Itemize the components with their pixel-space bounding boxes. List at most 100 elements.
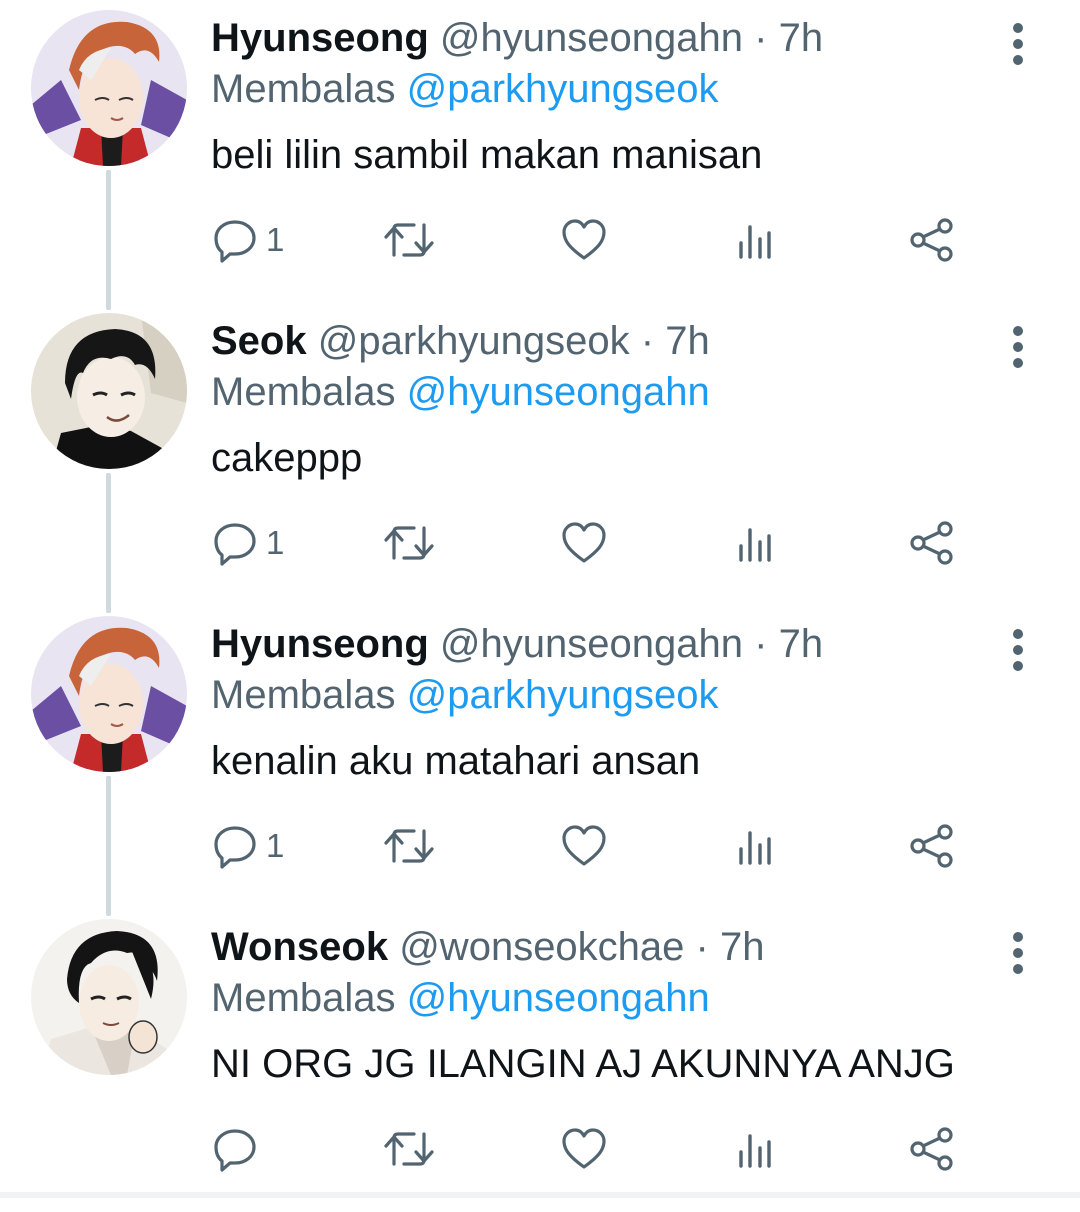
- views-button[interactable]: [733, 212, 777, 268]
- share-icon: [910, 1127, 953, 1171]
- avatar[interactable]: [31, 919, 187, 1075]
- user-handle[interactable]: @wonseokchae: [399, 925, 684, 969]
- user-handle[interactable]: @hyunseongahn: [440, 622, 743, 666]
- user-handle[interactable]: @parkhyungseok: [318, 319, 630, 363]
- more-vertical-icon: [1013, 326, 1023, 368]
- timestamp[interactable]: 7h: [779, 622, 824, 666]
- more-options-button[interactable]: [996, 16, 1040, 72]
- separator-dot: ·: [695, 925, 709, 969]
- views-bar-chart-icon: [739, 225, 771, 259]
- share-icon: [910, 218, 953, 262]
- replying-to: Membalas @parkhyungseok: [211, 673, 719, 717]
- display-name[interactable]: Wonseok: [211, 925, 388, 969]
- heart-icon: [562, 1128, 606, 1169]
- more-options-button[interactable]: [996, 622, 1040, 678]
- avatar[interactable]: [31, 10, 187, 166]
- separator-dot: ·: [754, 622, 768, 666]
- tweet-text: NI ORG JG ILANGIN AJ AKUNNYA ANJG: [211, 1042, 955, 1086]
- share-button[interactable]: [908, 1121, 956, 1177]
- avatar[interactable]: [31, 616, 187, 772]
- reply-thread: Hyunseong @hyunseongahn · 7h Membalas @p…: [0, 0, 1080, 1198]
- replying-to-label: Membalas: [211, 976, 396, 1020]
- retweet-button[interactable]: [382, 212, 436, 268]
- reply-count: 1: [266, 524, 285, 561]
- like-button[interactable]: [560, 818, 608, 874]
- heart-icon: [562, 522, 606, 563]
- retweet-icon: [384, 223, 434, 257]
- tweet-actions: [0, 1121, 1080, 1177]
- separator-dot: ·: [754, 16, 768, 60]
- like-button[interactable]: [560, 515, 608, 571]
- views-bar-chart-icon: [739, 1134, 771, 1168]
- share-button[interactable]: [908, 515, 956, 571]
- tweet-header: Hyunseong @hyunseongahn · 7h: [211, 622, 823, 666]
- views-bar-chart-icon: [739, 528, 771, 562]
- reply-bubble-icon: [214, 826, 256, 869]
- more-options-button[interactable]: [996, 319, 1040, 375]
- share-button[interactable]: [908, 818, 956, 874]
- tweet-header: Hyunseong @hyunseongahn · 7h: [211, 16, 823, 60]
- more-options-button[interactable]: [996, 925, 1040, 981]
- views-button[interactable]: [733, 818, 777, 874]
- heart-icon: [562, 219, 606, 260]
- reply-button[interactable]: 1: [212, 818, 284, 874]
- tweet[interactable]: Seok @parkhyungseok · 7h Membalas @hyuns…: [0, 303, 1080, 606]
- user-handle[interactable]: @hyunseongahn: [440, 16, 743, 60]
- like-button[interactable]: [560, 1121, 608, 1177]
- reply-button[interactable]: 1: [212, 212, 284, 268]
- separator-dot: ·: [640, 319, 655, 363]
- tweet[interactable]: Wonseok @wonseokchae · 7h Membalas @hyun…: [0, 909, 1080, 1212]
- replying-to-label: Membalas: [211, 673, 396, 717]
- tweet-text: cakeppp: [211, 436, 363, 480]
- mention-link[interactable]: @hyunseongahn: [407, 976, 710, 1020]
- share-icon: [910, 824, 953, 868]
- retweet-icon: [384, 829, 434, 863]
- tweet-header: Seok @parkhyungseok · 7h: [211, 319, 710, 363]
- tweet[interactable]: Hyunseong @hyunseongahn · 7h Membalas @p…: [0, 0, 1080, 303]
- views-button[interactable]: [733, 515, 777, 571]
- views-button[interactable]: [733, 1121, 777, 1177]
- bottom-divider: [0, 1192, 1080, 1198]
- heart-icon: [562, 825, 606, 866]
- replying-to: Membalas @parkhyungseok: [211, 67, 719, 111]
- replying-to: Membalas @hyunseongahn: [211, 976, 710, 1020]
- replying-to-label: Membalas: [211, 67, 396, 111]
- tweet-actions: 1: [0, 515, 1080, 571]
- reply-bubble-icon: [214, 523, 256, 566]
- reply-count: 1: [266, 221, 285, 258]
- tweet-header: Wonseok @wonseokchae · 7h: [211, 925, 765, 969]
- display-name[interactable]: Hyunseong: [211, 622, 429, 666]
- tweet-actions: 1: [0, 818, 1080, 874]
- more-vertical-icon: [1013, 932, 1023, 974]
- timestamp[interactable]: 7h: [779, 16, 824, 60]
- share-button[interactable]: [908, 212, 956, 268]
- like-button[interactable]: [560, 212, 608, 268]
- reply-count: 1: [266, 827, 285, 864]
- timestamp[interactable]: 7h: [720, 925, 765, 969]
- replying-to: Membalas @hyunseongahn: [211, 370, 710, 414]
- retweet-button[interactable]: [382, 1121, 436, 1177]
- replying-to-label: Membalas: [211, 370, 396, 414]
- tweet-text: beli lilin sambil makan manisan: [211, 133, 763, 177]
- reply-bubble-icon: [214, 220, 256, 263]
- mention-link[interactable]: @parkhyungseok: [407, 673, 719, 717]
- share-icon: [910, 521, 953, 565]
- display-name[interactable]: Seok: [211, 319, 307, 363]
- retweet-icon: [384, 1132, 434, 1166]
- mention-link[interactable]: @parkhyungseok: [407, 67, 719, 111]
- display-name[interactable]: Hyunseong: [211, 16, 429, 60]
- reply-bubble-icon: [214, 1129, 256, 1172]
- retweet-button[interactable]: [382, 515, 436, 571]
- retweet-icon: [384, 526, 434, 560]
- reply-button[interactable]: 1: [212, 515, 284, 571]
- avatar[interactable]: [31, 313, 187, 469]
- timestamp[interactable]: 7h: [665, 319, 710, 363]
- tweet-text: kenalin aku matahari ansan: [211, 739, 701, 783]
- retweet-button[interactable]: [382, 818, 436, 874]
- more-vertical-icon: [1013, 23, 1023, 65]
- views-bar-chart-icon: [739, 831, 771, 865]
- mention-link[interactable]: @hyunseongahn: [407, 370, 710, 414]
- reply-button[interactable]: [212, 1121, 266, 1177]
- tweet[interactable]: Hyunseong @hyunseongahn · 7h Membalas @p…: [0, 606, 1080, 909]
- tweet-actions: 1: [0, 212, 1080, 268]
